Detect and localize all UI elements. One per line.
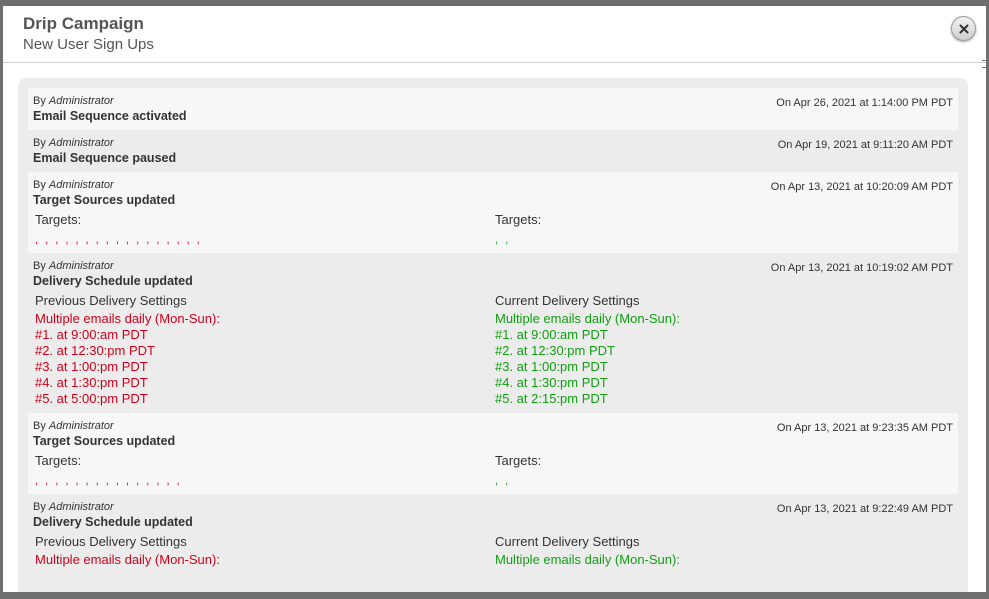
entry-date: On Apr 13, 2021 at 9:23:35 AM PDT — [776, 422, 953, 434]
entry-action: Target Sources updated — [33, 193, 176, 207]
current-column: Targets: , , — [493, 210, 953, 247]
previous-heading: Previous Delivery Settings — [35, 534, 187, 549]
activity-log-list[interactable]: By Administrator Email Sequence activate… — [18, 78, 968, 592]
log-entry: By Administrator Delivery Schedule updat… — [28, 253, 958, 413]
entry-date: On Apr 13, 2021 at 9:22:49 AM PDT — [776, 503, 953, 515]
current-line: Multiple emails daily (Mon-Sun): — [495, 311, 680, 326]
entry-date: On Apr 26, 2021 at 1:14:00 PM PDT — [776, 97, 953, 109]
current-line: #2. at 12:30:pm PDT — [495, 343, 615, 358]
current-heading: Targets: — [495, 453, 542, 468]
modal-header: Drip Campaign New User Sign Ups — [3, 6, 986, 63]
previous-heading: Targets: — [35, 453, 82, 468]
current-targets: , , — [495, 475, 511, 487]
entry-action: Email Sequence activated — [33, 109, 187, 123]
entry-author: By Administrator — [33, 420, 114, 432]
previous-line: #2. at 12:30:pm PDT — [35, 343, 155, 358]
modal-subtitle: New User Sign Ups — [23, 36, 154, 53]
previous-column: Previous Delivery Settings Multiple emai… — [33, 532, 493, 568]
entry-author: By Administrator — [33, 137, 114, 149]
previous-line: Multiple emails daily (Mon-Sun): — [35, 311, 220, 326]
entry-author: By Administrator — [33, 501, 114, 513]
previous-targets: , , , , , , , , , , , , , , , , , — [35, 234, 202, 246]
log-entry: By Administrator Target Sources updated … — [28, 413, 958, 494]
current-heading: Current Delivery Settings — [495, 293, 640, 308]
current-line: Multiple emails daily (Mon-Sun): — [495, 552, 680, 567]
entry-author: By Administrator — [33, 95, 114, 107]
current-line: #4. at 1:30:pm PDT — [495, 375, 608, 390]
previous-targets: , , , , , , , , , , , , , , , — [35, 475, 182, 487]
log-entry: By Administrator Email Sequence activate… — [28, 88, 958, 130]
current-column: Targets: , , — [493, 451, 953, 488]
previous-line: #5. at 5:00:pm PDT — [35, 391, 148, 406]
previous-heading: Targets: — [35, 212, 82, 227]
previous-line: Multiple emails daily (Mon-Sun): — [35, 552, 220, 567]
log-entry: By Administrator Target Sources updated … — [28, 172, 958, 253]
entry-action: Delivery Schedule updated — [33, 274, 193, 288]
current-targets: , , — [495, 234, 511, 246]
drip-campaign-modal: Drip Campaign New User Sign Ups By Admin… — [3, 6, 986, 592]
close-icon — [959, 24, 968, 33]
entry-action: Target Sources updated — [33, 434, 176, 448]
current-line: #1. at 9:00:am PDT — [495, 327, 608, 342]
close-button[interactable] — [951, 16, 976, 41]
current-line: #5. at 2:15:pm PDT — [495, 391, 608, 406]
entry-date: On Apr 13, 2021 at 10:19:02 AM PDT — [770, 262, 953, 274]
previous-column: Targets: , , , , , , , , , , , , , , , ,… — [33, 210, 493, 247]
log-entry: By Administrator Delivery Schedule updat… — [28, 494, 958, 574]
entry-date: On Apr 13, 2021 at 10:20:09 AM PDT — [770, 181, 953, 193]
previous-column: Targets: , , , , , , , , , , , , , , , — [33, 451, 493, 488]
current-column: Current Delivery Settings Multiple email… — [493, 291, 953, 407]
current-column: Current Delivery Settings Multiple email… — [493, 532, 953, 568]
log-entry: By Administrator Email Sequence paused O… — [28, 130, 958, 172]
previous-line: #1. at 9:00:am PDT — [35, 327, 148, 342]
previous-line: #4. at 1:30:pm PDT — [35, 375, 148, 390]
entry-author: By Administrator — [33, 179, 114, 191]
entry-date: On Apr 19, 2021 at 9:11:20 AM PDT — [777, 139, 953, 151]
previous-line: #3. at 1:00:pm PDT — [35, 359, 148, 374]
modal-title: Drip Campaign — [23, 14, 144, 33]
entry-action: Delivery Schedule updated — [33, 515, 193, 529]
current-heading: Targets: — [495, 212, 542, 227]
previous-heading: Previous Delivery Settings — [35, 293, 187, 308]
entry-author: By Administrator — [33, 260, 114, 272]
current-heading: Current Delivery Settings — [495, 534, 640, 549]
edge-mark — [982, 60, 986, 68]
previous-column: Previous Delivery Settings Multiple emai… — [33, 291, 493, 407]
current-line: #3. at 1:00:pm PDT — [495, 359, 608, 374]
entry-action: Email Sequence paused — [33, 151, 177, 165]
